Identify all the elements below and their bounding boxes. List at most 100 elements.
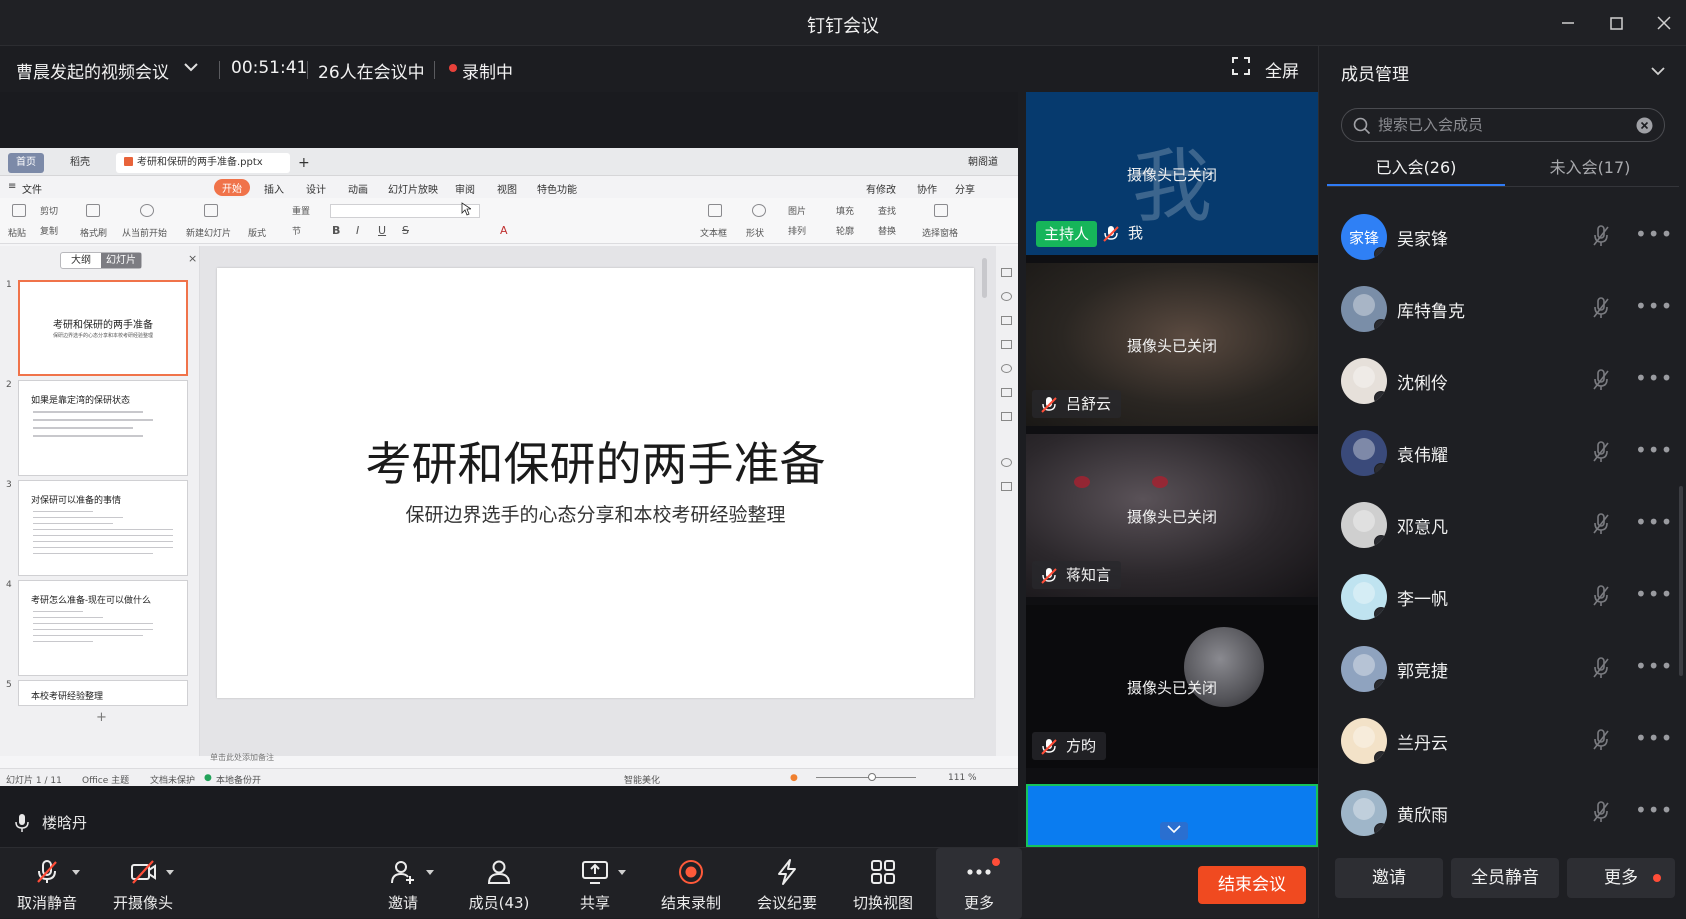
- status-zoom[interactable]: 111 %: [948, 773, 977, 783]
- menu-start[interactable]: 开始: [214, 179, 250, 196]
- switch-view-button[interactable]: 切换视图: [840, 848, 926, 919]
- invite-button[interactable]: 邀请: [360, 848, 446, 919]
- clear-search-icon[interactable]: [1636, 117, 1653, 134]
- member-more-icon[interactable]: •••: [1635, 438, 1673, 462]
- ribbon-outline[interactable]: 轮廓: [836, 224, 854, 237]
- ribbon-format-painter[interactable]: 格式刷: [80, 226, 107, 239]
- members-button[interactable]: 成员(43): [456, 848, 542, 919]
- fullscreen-button[interactable]: 全屏: [1265, 57, 1299, 82]
- close-icon[interactable]: [1651, 10, 1677, 36]
- unmute-button[interactable]: 取消静音: [4, 848, 90, 919]
- mic-muted-icon[interactable]: [1591, 512, 1611, 536]
- ribbon-section[interactable]: 节: [292, 224, 301, 237]
- zoom-slider-handle[interactable]: [868, 773, 876, 781]
- search-input[interactable]: [1378, 114, 1628, 136]
- panel-invite-button[interactable]: 邀请: [1335, 858, 1443, 898]
- bold-icon[interactable]: B: [332, 224, 340, 237]
- member-list-scrollbar[interactable]: [1679, 486, 1683, 676]
- member-more-icon[interactable]: •••: [1635, 726, 1673, 750]
- new-tab-plus-icon[interactable]: +: [290, 153, 318, 173]
- close-pane-icon[interactable]: ×: [188, 252, 197, 265]
- minimize-icon[interactable]: [1555, 10, 1581, 36]
- menu-slideshow[interactable]: 幻灯片放映: [388, 181, 438, 196]
- ribbon-paste[interactable]: 粘贴: [8, 226, 26, 239]
- menu-view[interactable]: 视图: [497, 181, 517, 196]
- play-from-current-icon[interactable]: [140, 204, 154, 217]
- invite-dropdown-icon[interactable]: [426, 870, 434, 875]
- share-screen-button[interactable]: 共享: [552, 848, 638, 919]
- member-more-icon[interactable]: •••: [1635, 582, 1673, 606]
- ribbon-find[interactable]: 查找: [878, 204, 896, 217]
- camera-dropdown-icon[interactable]: [166, 870, 174, 875]
- video-tile-partial[interactable]: [1026, 784, 1318, 847]
- mic-muted-icon[interactable]: [1591, 728, 1611, 752]
- tab-outline[interactable]: 大纲: [61, 253, 101, 268]
- member-row[interactable]: 邓意凡 •••: [1341, 496, 1673, 556]
- member-row[interactable]: 黄欣雨 •••: [1341, 784, 1672, 844]
- slide-scrollbar[interactable]: [982, 258, 987, 298]
- menu-review[interactable]: 审阅: [455, 181, 475, 196]
- tab-pptx-file[interactable]: 考研和保研的两手准备.pptx: [116, 153, 290, 173]
- ribbon-reset[interactable]: 重置: [292, 204, 310, 217]
- camera-button[interactable]: 开摄像头: [100, 848, 186, 919]
- format-painter-icon[interactable]: [86, 204, 100, 217]
- ribbon-cut[interactable]: 剪切: [40, 204, 58, 217]
- font-name-select[interactable]: [330, 204, 480, 218]
- ribbon-copy[interactable]: 复制: [40, 224, 58, 237]
- ribbon-arrange[interactable]: 排列: [788, 224, 806, 237]
- mic-muted-icon[interactable]: [1591, 656, 1611, 680]
- slide-subtitle[interactable]: 保研边界选手的心态分享和本校考研经验整理: [217, 500, 974, 527]
- paste-icon[interactable]: [12, 204, 26, 217]
- member-row[interactable]: 李一帆 •••: [1341, 568, 1673, 628]
- mic-muted-icon[interactable]: [1591, 224, 1611, 248]
- menu-share[interactable]: 分享: [955, 181, 975, 196]
- slide-thumb-5[interactable]: 本校考研经验整理: [18, 680, 188, 706]
- ribbon-textbox[interactable]: 文本框: [700, 226, 727, 239]
- new-slide-icon[interactable]: [204, 204, 218, 217]
- tab-docer[interactable]: 稻壳: [62, 153, 98, 173]
- font-color-icon[interactable]: A: [500, 224, 508, 237]
- play-slideshow-icon[interactable]: ●: [790, 773, 798, 783]
- status-smart-beautify[interactable]: 智能美化: [624, 773, 660, 786]
- video-tile-participant[interactable]: 摄像头已关闭 蒋知言: [1026, 434, 1318, 597]
- mic-muted-icon[interactable]: [1591, 800, 1611, 824]
- current-slide[interactable]: 考研和保研的两手准备 保研边界选手的心态分享和本校考研经验整理: [217, 268, 974, 698]
- ribbon-play-current[interactable]: 从当前开始: [122, 226, 167, 239]
- member-row[interactable]: 沈俐伶 •••: [1341, 352, 1673, 412]
- ribbon-replace[interactable]: 替换: [878, 224, 896, 237]
- slide-thumb-2[interactable]: 如果是靠定湾的保研状态: [18, 380, 188, 476]
- minutes-button[interactable]: 会议纪要: [744, 848, 830, 919]
- italic-icon[interactable]: I: [356, 224, 359, 237]
- member-row[interactable]: 家锋 吴家锋 •••: [1341, 208, 1673, 268]
- status-protect[interactable]: 文档未保护: [150, 773, 195, 786]
- stop-recording-button[interactable]: 结束录制: [648, 848, 734, 919]
- member-more-icon[interactable]: •••: [1635, 366, 1673, 390]
- more-button[interactable]: 更多: [936, 848, 1022, 919]
- member-more-icon[interactable]: •••: [1635, 654, 1673, 678]
- menu-design[interactable]: 设计: [306, 181, 326, 196]
- menu-animation[interactable]: 动画: [348, 181, 368, 196]
- unmute-dropdown-icon[interactable]: [72, 870, 80, 875]
- ribbon-new-slide[interactable]: 新建幻灯片: [186, 226, 231, 239]
- member-row[interactable]: 库特鲁克 •••: [1341, 280, 1672, 340]
- slide-title[interactable]: 考研和保研的两手准备: [217, 428, 974, 494]
- menu-modified[interactable]: 有修改: [866, 181, 896, 196]
- menu-insert[interactable]: 插入: [264, 181, 284, 196]
- slide-thumb-1[interactable]: 考研和保研的两手准备 保研边界选手的心态分享和本校考研经验整理: [18, 280, 188, 376]
- menu-special[interactable]: 特色功能: [537, 181, 577, 196]
- menu-file[interactable]: 文件: [22, 181, 42, 196]
- user-chip[interactable]: 朝阁道: [960, 153, 1006, 173]
- zoom-slider[interactable]: [816, 777, 916, 778]
- status-backup[interactable]: 本地备份开: [216, 773, 261, 786]
- notes-placeholder[interactable]: 单击此处添加备注: [210, 752, 274, 763]
- member-row[interactable]: 兰丹云 •••: [1341, 712, 1673, 772]
- mic-muted-icon[interactable]: [1591, 584, 1611, 608]
- tab-joined[interactable]: 已入会(26): [1327, 154, 1505, 186]
- ribbon-layout[interactable]: 版式: [248, 226, 266, 239]
- tab-slides[interactable]: 幻灯片: [101, 253, 141, 268]
- member-more-icon[interactable]: •••: [1635, 222, 1673, 246]
- member-more-icon[interactable]: •••: [1635, 510, 1673, 534]
- end-meeting-button[interactable]: 结束会议: [1198, 866, 1306, 904]
- maximize-icon[interactable]: [1603, 10, 1629, 36]
- add-slide-plus-icon[interactable]: +: [96, 710, 107, 725]
